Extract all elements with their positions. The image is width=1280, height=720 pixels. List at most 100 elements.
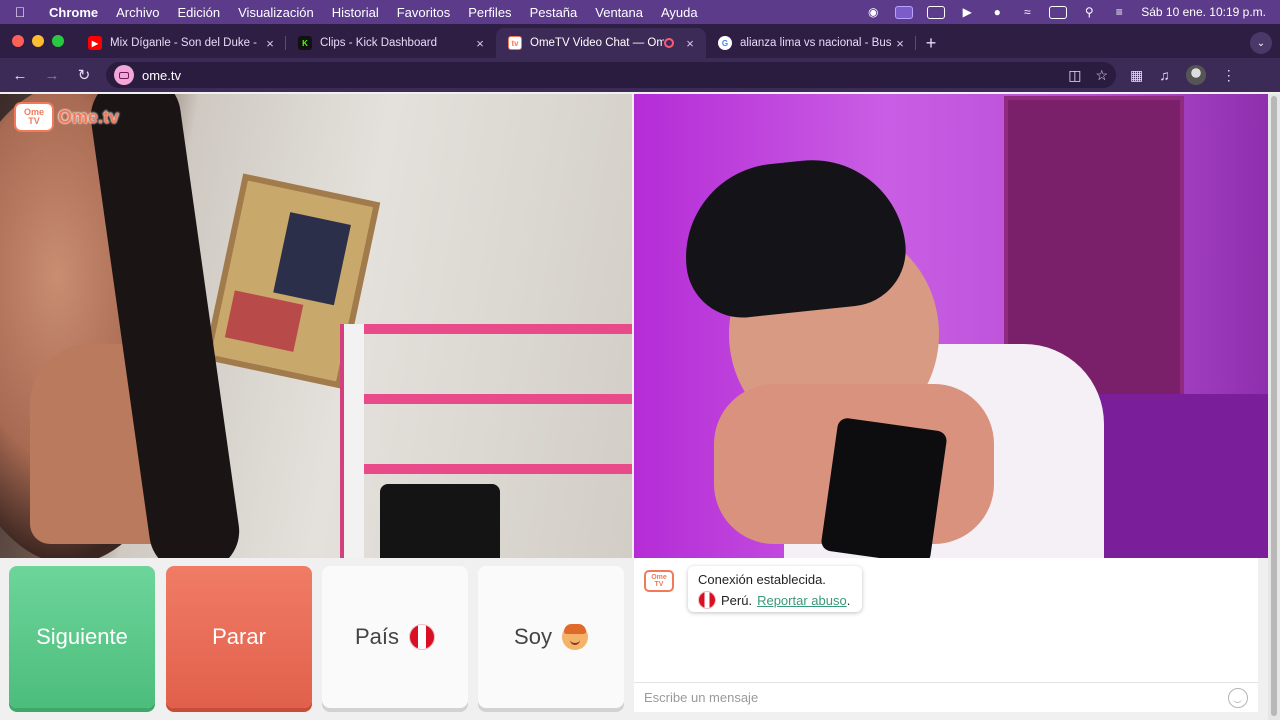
new-tab-button[interactable]: + <box>916 28 946 58</box>
close-tab-icon[interactable]: × <box>892 36 908 51</box>
stop-button-label: Parar <box>212 624 266 649</box>
remote-video <box>634 94 1268 558</box>
close-tab-icon[interactable]: × <box>472 36 488 51</box>
battery-icon[interactable] <box>1049 5 1068 19</box>
menu-favoritos[interactable]: Favoritos <box>388 5 459 20</box>
extensions-puzzle-icon[interactable]: ▦ <box>1130 67 1143 84</box>
wifi-icon[interactable]: ≈ <box>1019 5 1035 19</box>
apple-icon[interactable]:  <box>0 4 40 20</box>
next-button-label: Siguiente <box>36 624 128 649</box>
menubar-clock[interactable]: Sáb 10 ene. 10:19 p.m. <box>1141 5 1266 19</box>
minimize-window-button[interactable] <box>32 35 44 47</box>
close-window-button[interactable] <box>12 35 24 47</box>
peru-flag-icon <box>698 591 716 609</box>
boy-emoji-icon <box>561 624 588 650</box>
menu-archivo[interactable]: Archivo <box>107 5 168 20</box>
tab-title: OmeTV Video Chat — Ome <box>530 37 664 49</box>
browser-tab-bar: ▶ Mix Díganle - Son del Duke - × K Clips… <box>0 24 1280 58</box>
ometv-logo-icon: Ome TV <box>14 102 54 132</box>
reload-icon[interactable]: ↻ <box>68 61 100 89</box>
menu-perfiles[interactable]: Perfiles <box>459 5 520 20</box>
country-button-label: País <box>354 624 400 649</box>
kick-icon: K <box>298 36 312 50</box>
forward-arrow-icon[interactable]: → <box>36 61 68 89</box>
scene-shelf <box>340 324 632 334</box>
control-center-icon[interactable]: ≡ <box>1111 5 1127 19</box>
tab-separator <box>915 36 916 50</box>
remote-user-cap <box>676 150 912 324</box>
address-url: ome.tv <box>142 67 182 83</box>
gender-button-label: Soy <box>514 624 552 649</box>
bookmark-star-icon[interactable]: ☆ <box>1095 67 1108 84</box>
menu-historial[interactable]: Historial <box>323 5 388 20</box>
stop-button[interactable]: Parar <box>166 566 312 708</box>
page-scrollbar[interactable] <box>1268 94 1280 720</box>
browser-toolbar: ← → ↻ ome.tv ◫ ☆ ▦ ♫ ⋮ <box>0 58 1280 92</box>
tab-title: Clips - Kick Dashboard <box>320 37 437 49</box>
cast-icon[interactable]: ◫ <box>1068 67 1081 84</box>
menu-app-name[interactable]: Chrome <box>40 5 107 20</box>
media-control-icon[interactable]: ♫ <box>1159 67 1170 83</box>
chat-panel: Ome TV Conexión establecida. Perú. Report… <box>634 558 1258 712</box>
system-message: Conexión establecida. Perú. Reportar abu… <box>688 566 862 612</box>
ometv-system-icon: Ome TV <box>644 570 674 592</box>
ometv-logo[interactable]: Ome TV Ome.tv <box>14 102 119 132</box>
site-camera-icon[interactable] <box>114 65 134 85</box>
local-video: Ome TV Ome.tv <box>0 94 632 558</box>
emoji-icon[interactable] <box>1228 687 1248 708</box>
recording-indicator-icon <box>664 38 674 48</box>
gender-select-button[interactable]: Soy <box>478 566 624 708</box>
youtube-icon: ▶ <box>88 36 102 50</box>
scene-bag <box>380 484 500 558</box>
play-circle-icon[interactable]: ▶ <box>959 5 975 19</box>
menu-pestana[interactable]: Pestaña <box>521 5 587 20</box>
scene-shelf <box>340 394 632 404</box>
close-tab-icon[interactable]: × <box>682 36 698 51</box>
tab-youtube-mix[interactable]: ▶ Mix Díganle - Son del Duke - × <box>76 28 286 58</box>
profile-avatar[interactable] <box>1185 65 1206 85</box>
country-filter-button[interactable]: País <box>322 566 468 708</box>
scene-shelf <box>340 464 632 474</box>
message-input[interactable] <box>644 690 1204 705</box>
scene-bottle <box>820 416 948 558</box>
fullscreen-window-button[interactable] <box>52 35 64 47</box>
tab-kick-clips[interactable]: K Clips - Kick Dashboard × <box>286 28 496 58</box>
window-controls <box>0 35 76 58</box>
partner-country: Perú. <box>721 592 753 608</box>
tab-title: Mix Díganle - Son del Duke - <box>110 37 258 49</box>
report-abuse-link[interactable]: Reportar abuso <box>757 593 847 608</box>
address-bar[interactable]: ome.tv ◫ ☆ <box>106 62 1116 88</box>
connection-status: Conexión establecida. <box>698 572 826 587</box>
report-suffix: . <box>846 592 851 608</box>
back-arrow-icon[interactable]: ← <box>4 61 36 89</box>
next-button[interactable]: Siguiente <box>9 566 155 708</box>
spotlight-search-icon[interactable]: ⚲ <box>1081 5 1097 19</box>
menu-edicion[interactable]: Edición <box>168 5 229 20</box>
google-icon: G <box>718 36 732 50</box>
peru-flag-icon <box>409 624 436 650</box>
more-menu-icon[interactable]: ⋮ <box>1222 67 1236 84</box>
ometv-page: Ome TV Ome.tv Siguiente Parar País Soy O… <box>0 92 1280 720</box>
ometv-wordmark: Ome.tv <box>58 106 120 127</box>
screen-record-icon[interactable] <box>895 5 914 19</box>
ometv-favicon-icon: tv <box>508 36 522 50</box>
chat-controls: Siguiente Parar País Soy <box>0 558 634 720</box>
omnibox-actions: ◫ ☆ <box>1068 67 1108 84</box>
tab-ometv[interactable]: tv OmeTV Video Chat — Ome × <box>496 28 706 58</box>
user-icon[interactable]: ● <box>989 5 1005 19</box>
display-icon[interactable] <box>927 5 946 19</box>
scene-shelf-post <box>340 324 364 558</box>
toolbar-actions: ▦ ♫ ⋮ <box>1130 65 1236 85</box>
menu-ventana[interactable]: Ventana <box>586 5 652 20</box>
menu-visualizacion[interactable]: Visualización <box>229 5 323 20</box>
close-tab-icon[interactable]: × <box>262 36 278 51</box>
scrollbar-thumb[interactable] <box>1271 96 1277 716</box>
status-area: ◉ ▶ ● ≈ ⚲ ≡ Sáb 10 ene. 10:19 p.m. <box>865 5 1280 19</box>
tab-google-search[interactable]: G alianza lima vs nacional - Bus × <box>706 28 916 58</box>
tab-search-chevron-icon[interactable]: ⌄ <box>1250 32 1272 54</box>
tab-title: alianza lima vs nacional - Bus <box>740 37 892 49</box>
menu-ayuda[interactable]: Ayuda <box>652 5 707 20</box>
creative-cloud-icon[interactable]: ◉ <box>865 5 881 19</box>
macos-menu-bar:  Chrome Archivo Edición Visualización H… <box>0 0 1280 24</box>
message-bar <box>634 682 1258 712</box>
